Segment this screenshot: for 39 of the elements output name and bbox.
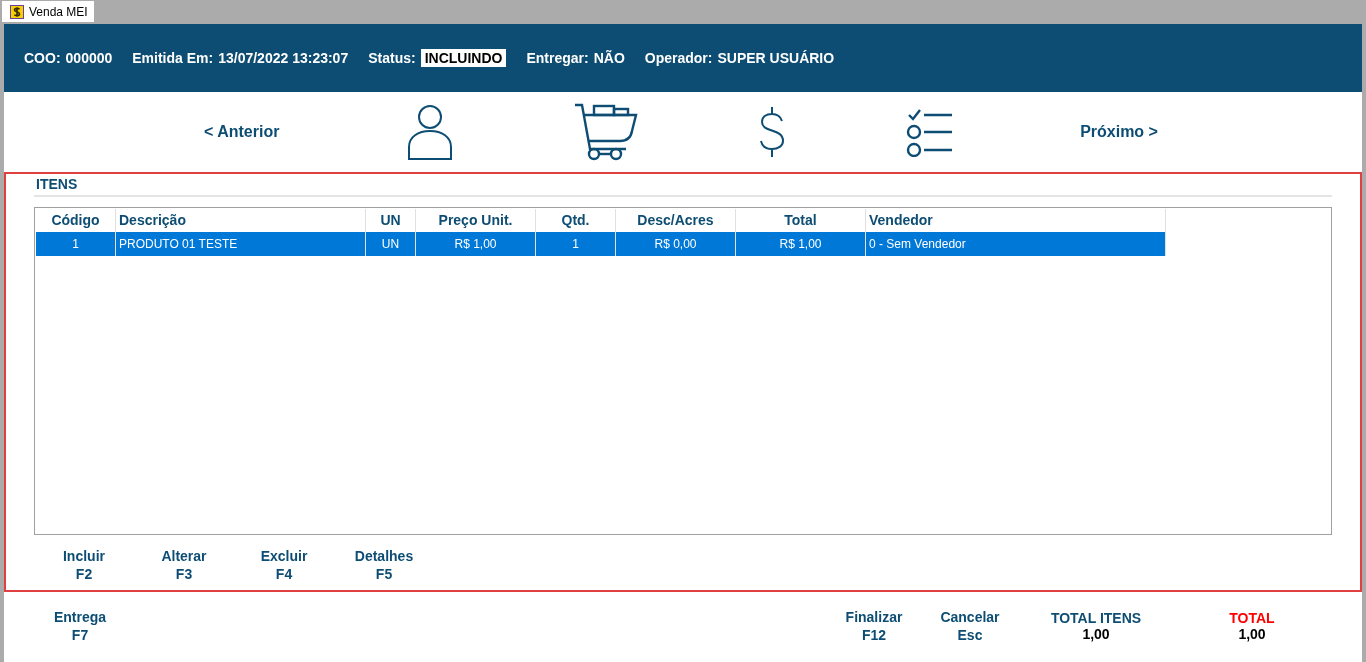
person-icon[interactable]	[405, 103, 454, 161]
table-cell: UN	[366, 232, 416, 256]
total-label: TOTAL	[1229, 610, 1275, 626]
action-button[interactable]: Incluir F2	[44, 547, 124, 583]
dollar-icon	[10, 4, 24, 19]
table-cell: R$ 1,00	[416, 232, 536, 256]
field-label: Entregar:	[526, 50, 589, 66]
total-label: TOTAL ITENS	[1050, 610, 1142, 626]
action-button[interactable]: Detalhes F5	[344, 547, 424, 583]
action-button[interactable]: Excluir F4	[244, 547, 324, 583]
previous-button[interactable]: < Anterior	[198, 119, 286, 145]
field-value: NÃO	[593, 50, 625, 66]
field-value: 13/07/2022 13:23:07	[218, 50, 349, 66]
dollar-icon[interactable]	[757, 105, 786, 159]
table-cell: PRODUTO 01 TESTE	[116, 232, 366, 256]
field-label: Emitida Em:	[132, 50, 214, 66]
field-value: 000000	[65, 50, 113, 66]
table-cell: 1	[36, 232, 116, 256]
total-value: 1,00	[1238, 626, 1266, 642]
table-cell: 1	[536, 232, 616, 256]
cart-icon[interactable]	[573, 103, 638, 161]
table-cell: 0 - Sem Vendedor	[866, 232, 1166, 256]
table-cell: R$ 0,00	[616, 232, 736, 256]
total-value: 1,00	[1082, 626, 1110, 642]
window-tab[interactable]: Venda MEI	[2, 1, 94, 22]
action-button[interactable]: Finalizar F12	[834, 608, 914, 644]
next-button[interactable]: Próximo >	[1074, 119, 1164, 145]
field-label: COO:	[24, 50, 61, 66]
field-label: Status:	[368, 50, 416, 66]
action-button[interactable]: Entrega F7	[40, 608, 120, 644]
checklist-icon[interactable]	[906, 107, 954, 157]
action-button[interactable]: Cancelar Esc	[930, 608, 1010, 644]
field-value: SUPER USUÁRIO	[717, 50, 835, 66]
table-cell: R$ 1,00	[736, 232, 866, 256]
action-button[interactable]: Alterar F3	[144, 547, 224, 583]
field-label: Operador:	[644, 50, 713, 66]
section-title: ITENS	[34, 174, 1332, 197]
table-row[interactable]: 1 PRODUTO 01 TESTE UN R$ 1,00 1 R$ 0,00 R$ 1,00 0 - Sem Vendedor	[36, 232, 1166, 256]
status-badge: INCLUINDO	[420, 49, 507, 67]
